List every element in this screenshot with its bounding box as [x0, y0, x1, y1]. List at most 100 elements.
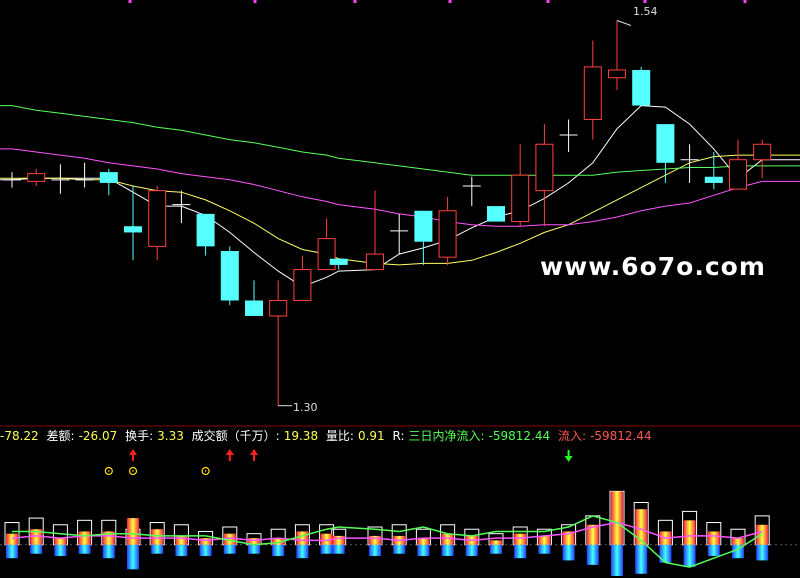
flow-outflow-bar: [223, 544, 236, 554]
sell-arrow-head: [564, 456, 573, 462]
flow-inflow-bar: [611, 491, 623, 545]
flow-outflow-bar: [659, 544, 672, 563]
volume-ratio-value: 0.91: [357, 429, 385, 443]
flow-outflow-bar: [78, 544, 91, 554]
candle-body: [729, 159, 747, 190]
flow-inflow-bar: [332, 535, 345, 545]
three-day-inflow-label: 三日内净流入:: [408, 429, 485, 443]
candle-body: [329, 258, 348, 265]
flow-inflow-bar: [514, 533, 527, 545]
low-price-label: 1.30: [293, 401, 318, 414]
candle-body: [704, 176, 723, 183]
flow-outflow-bar: [538, 544, 551, 554]
diff-label: 差额:: [46, 429, 75, 443]
signals: [104, 449, 573, 476]
candle-body: [656, 124, 675, 163]
top-tick-0: [128, 0, 132, 3]
flow-outflow-bar: [296, 544, 309, 559]
flow-outflow-bar: [756, 544, 769, 561]
ma60-line: [0, 105, 800, 176]
flow-outflow-bar: [272, 544, 285, 556]
flow-outflow-bar: [102, 544, 115, 559]
signal-circle-dot: [132, 470, 134, 472]
top-tick-3: [448, 0, 452, 3]
flow-outflow-bar: [683, 544, 696, 568]
candle-body: [196, 213, 215, 247]
top-tick-2: [353, 0, 357, 3]
flow-outflow-bar: [441, 544, 454, 556]
flow-outflow-bar: [465, 544, 478, 556]
flow-outflow-bar: [490, 544, 502, 554]
amount-value: 19.38: [283, 429, 319, 443]
buy-arrow-head: [250, 449, 258, 455]
top-tick-5: [643, 0, 647, 3]
flow-inflow-bar: [707, 531, 720, 545]
flow-inflow-bar: [199, 538, 212, 545]
candle-body: [632, 69, 651, 106]
flow-inflow-bar: [6, 533, 18, 545]
candle-body: [124, 226, 142, 233]
candle-body: [753, 143, 772, 161]
flow-outflow-bar: [393, 544, 406, 554]
candle-body: [269, 300, 288, 317]
candle-body: [535, 143, 554, 192]
top-tick-4: [546, 0, 550, 3]
flow-outflow-bar: [417, 544, 430, 556]
flow-outflow-bar: [127, 544, 139, 570]
stock-chart: [0, 0, 800, 576]
money-flow: [0, 490, 800, 576]
top-tick-6: [743, 0, 747, 3]
candle-body: [511, 174, 530, 223]
indicator-info-bar: -78.22 差额: -26.07 换手: 3.33 成交额（千万）: 19.38 量…: [0, 428, 800, 444]
top-ticks: [128, 0, 747, 3]
candle-body: [366, 253, 384, 271]
flow-inflow-bar: [296, 531, 309, 545]
flow-outflow-bar: [199, 544, 212, 556]
flow-outflow-bar: [6, 544, 18, 559]
ma10-line: [0, 154, 800, 266]
candle-body: [99, 172, 118, 183]
flow-line-main: [12, 515, 763, 568]
turnover-value: 3.33: [157, 429, 184, 443]
flow-outflow-bar: [320, 544, 333, 554]
volume-ratio-label: 量比:: [325, 429, 354, 443]
flow-outflow-bar: [175, 544, 188, 556]
flow-outflow-bar: [369, 544, 381, 556]
turnover-label: 换手:: [125, 429, 154, 443]
candle-body: [220, 251, 239, 301]
flow-outflow-bar: [151, 544, 164, 554]
diff-value: -26.07: [78, 429, 118, 443]
flow-inflow-bar: [732, 538, 744, 545]
top-tick-1: [253, 0, 257, 3]
flow-outflow-bar: [54, 544, 67, 556]
flow-inflow-bar: [78, 531, 91, 545]
flow-outflow-bar: [332, 544, 345, 554]
buy-arrow-head: [129, 449, 137, 455]
flow-inflow-bar: [175, 535, 188, 545]
flow-outflow-bar: [707, 544, 720, 556]
candle-body: [438, 210, 457, 258]
inflow-label: 流入:: [557, 429, 587, 443]
flow-outflow-bar: [611, 544, 623, 576]
watermark: www.6o7o.com: [540, 252, 766, 281]
candle-body: [148, 190, 167, 247]
flow-outflow-bar: [635, 544, 648, 574]
flow-inflow-bar: [683, 520, 696, 545]
signal-circle-dot: [204, 470, 207, 472]
signal-circle-dot: [108, 470, 110, 472]
flow-outflow-bar: [514, 544, 527, 559]
flow-inflow-bar: [756, 524, 769, 545]
candle-body: [293, 269, 312, 302]
flow-outflow-bar: [586, 544, 599, 565]
buy-arrow-head: [225, 449, 234, 455]
amount-label: 成交额（千万）:: [191, 429, 280, 443]
flow-line-secondary: [11, 521, 763, 542]
inflow-value: -59812.44: [590, 429, 652, 443]
info-value-0: -78.22: [0, 429, 39, 443]
candle-body: [414, 210, 433, 242]
flow-outflow-bar: [30, 544, 43, 554]
candle-body: [27, 173, 46, 182]
candle-body: [583, 66, 602, 120]
flow-inflow-bar: [54, 538, 67, 545]
three-day-inflow-value: -59812.44: [488, 429, 551, 443]
